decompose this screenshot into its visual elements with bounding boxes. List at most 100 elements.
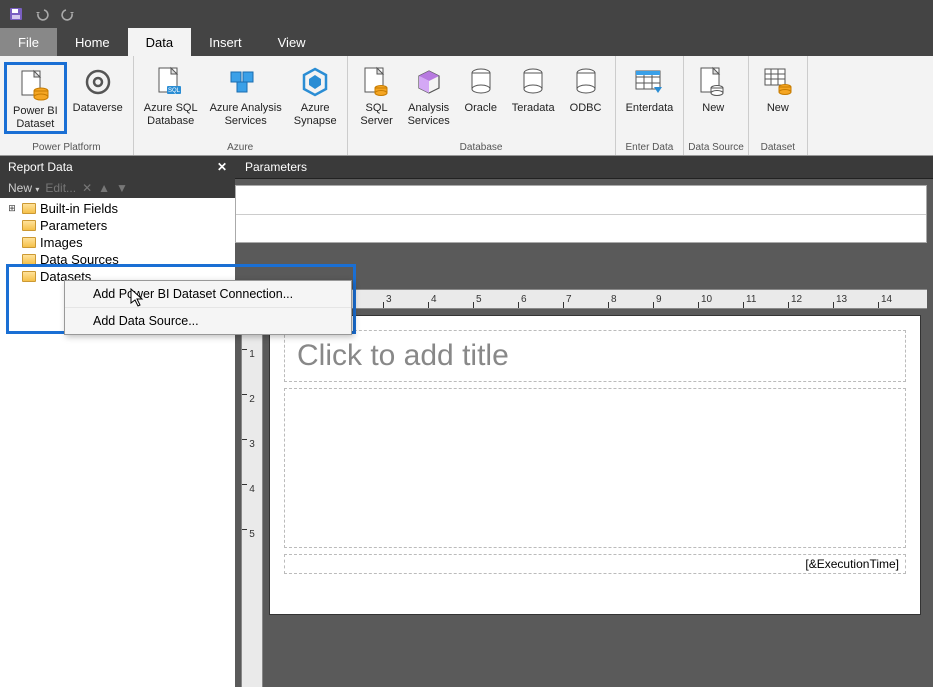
- ribbon-group-label: Power Platform: [4, 142, 129, 155]
- body-placeholder[interactable]: [284, 388, 906, 548]
- parameters-title: Parameters: [235, 156, 933, 179]
- cube-purple-icon: [415, 64, 443, 100]
- ribbon-label: New: [702, 102, 724, 115]
- design-surface: Parameters 3 4 5 6 7 8 9 10 11 12 13 14: [235, 156, 933, 687]
- ribbon-group-power-platform: Power BI Dataset Dataverse Power Platfor…: [0, 56, 134, 155]
- param-row[interactable]: [236, 215, 926, 243]
- ribbon-odbc[interactable]: ODBC: [561, 62, 611, 115]
- main-tabs: File Home Data Insert View: [0, 28, 933, 56]
- tree-item-data-sources[interactable]: Data Sources: [0, 251, 235, 268]
- tree-label: Parameters: [40, 218, 107, 233]
- expand-icon[interactable]: ⊞: [6, 203, 18, 214]
- panel-title-bar: Report Data ✕: [0, 156, 235, 178]
- ribbon-label: Analysis Services: [408, 102, 450, 128]
- menu-add-data-source[interactable]: Add Data Source...: [65, 308, 351, 334]
- title-placeholder[interactable]: Click to add title: [284, 330, 906, 382]
- ribbon-analysis-services[interactable]: Analysis Services: [402, 62, 456, 128]
- title-bar: [0, 0, 933, 28]
- new-dropdown[interactable]: New ▾: [8, 181, 39, 195]
- tab-view[interactable]: View: [260, 28, 324, 56]
- folder-icon: [22, 203, 36, 214]
- ribbon-azure-synapse[interactable]: Azure Synapse: [288, 62, 343, 128]
- ribbon-label: Azure SQL Database: [144, 102, 198, 128]
- table-input-icon: [634, 64, 664, 100]
- doc-db-icon: SQL: [157, 64, 185, 100]
- cylinder-icon: [522, 64, 544, 100]
- ribbon-new-data-source[interactable]: New: [688, 62, 738, 115]
- ribbon-label: Dataverse: [73, 102, 123, 115]
- folder-icon: [22, 271, 36, 282]
- save-icon[interactable]: [8, 6, 24, 22]
- tab-data[interactable]: Data: [128, 28, 191, 56]
- ribbon-group-data-source: New Data Source: [684, 56, 749, 155]
- ribbon-group-enter-data: Enterdata Enter Data: [616, 56, 685, 155]
- up-icon: ▲: [98, 181, 110, 195]
- tab-home[interactable]: Home: [57, 28, 128, 56]
- tree-item-built-in-fields[interactable]: ⊞ Built-in Fields: [0, 200, 235, 217]
- folder-icon: [22, 220, 36, 231]
- ribbon-label: Azure Analysis Services: [210, 102, 282, 128]
- tab-insert[interactable]: Insert: [191, 28, 260, 56]
- ribbon-oracle[interactable]: Oracle: [456, 62, 506, 115]
- folder-icon: [22, 237, 36, 248]
- tree-label: Built-in Fields: [40, 201, 118, 216]
- ribbon-group-database: SQL Server Analysis Services Oracle Tera…: [348, 56, 616, 155]
- delete-icon: ✕: [82, 181, 92, 195]
- down-icon: ▼: [116, 181, 128, 195]
- ribbon-azure-sql[interactable]: SQL Azure SQL Database: [138, 62, 204, 128]
- footer-execution-time[interactable]: [&ExecutionTime]: [284, 554, 906, 574]
- ribbon-group-dataset: New Dataset: [749, 56, 808, 155]
- horizontal-ruler: 3 4 5 6 7 8 9 10 11 12 13 14: [263, 289, 927, 309]
- param-row[interactable]: [236, 186, 926, 215]
- redo-icon[interactable]: [60, 6, 76, 22]
- tree-label: Images: [40, 235, 83, 250]
- undo-icon[interactable]: [34, 6, 50, 22]
- tree: ⊞ Built-in Fields Parameters Images Data…: [0, 198, 235, 687]
- ribbon-label: Teradata: [512, 102, 555, 115]
- ribbon-group-label: Data Source: [688, 142, 744, 155]
- ribbon-dataverse[interactable]: Dataverse: [67, 62, 129, 115]
- panel-title: Report Data: [8, 160, 73, 174]
- ribbon-azure-analysis[interactable]: Azure Analysis Services: [204, 62, 288, 128]
- ribbon-group-label: Dataset: [753, 142, 803, 155]
- tree-item-parameters[interactable]: Parameters: [0, 217, 235, 234]
- ribbon-enterdata[interactable]: Enterdata: [620, 62, 680, 115]
- svg-text:SQL: SQL: [168, 88, 181, 94]
- ribbon-label: Enterdata: [626, 102, 674, 115]
- cylinder-icon: [470, 64, 492, 100]
- report-page[interactable]: Click to add title [&ExecutionTime]: [269, 315, 921, 615]
- parameters-grid[interactable]: [235, 185, 927, 243]
- tab-file[interactable]: File: [0, 28, 57, 56]
- swirl-icon: [83, 64, 113, 100]
- ribbon-power-bi-dataset[interactable]: Power BI Dataset: [4, 62, 67, 134]
- ribbon-group-label: Enter Data: [620, 142, 680, 155]
- canvas-row: 1 2 3 4 5 Click to add title [&Execution…: [235, 309, 933, 687]
- ribbon-label: Azure Synapse: [294, 102, 337, 128]
- ribbon-group-label: Database: [352, 142, 611, 155]
- ribbon: Power BI Dataset Dataverse Power Platfor…: [0, 56, 933, 156]
- vertical-ruler: 1 2 3 4 5: [241, 309, 263, 687]
- cylinder-icon: [575, 64, 597, 100]
- canvas-outer[interactable]: Click to add title [&ExecutionTime]: [263, 309, 927, 687]
- ribbon-label: New: [767, 102, 789, 115]
- ribbon-label: Oracle: [465, 102, 497, 115]
- ribbon-label: ODBC: [570, 102, 602, 115]
- edit-button: Edit...: [45, 181, 76, 195]
- menu-add-power-bi-connection[interactable]: Add Power BI Dataset Connection...: [65, 281, 351, 308]
- ribbon-label: Power BI Dataset: [13, 105, 58, 131]
- panel-toolbar: New ▾ Edit... ✕ ▲ ▼: [0, 178, 235, 198]
- ribbon-label: SQL Server: [360, 102, 392, 128]
- ribbon-group-azure: SQL Azure SQL Database Azure Analysis Se…: [134, 56, 348, 155]
- doc-cylinder-icon: [699, 64, 727, 100]
- ribbon-teradata[interactable]: Teradata: [506, 62, 561, 115]
- table-cylinder-icon: [763, 64, 793, 100]
- doc-db-orange-icon: [363, 64, 391, 100]
- tree-label: Data Sources: [40, 252, 119, 267]
- hex-icon: [301, 64, 329, 100]
- context-menu: Add Power BI Dataset Connection... Add D…: [64, 280, 352, 335]
- report-data-panel: Report Data ✕ New ▾ Edit... ✕ ▲ ▼ ⊞ Buil…: [0, 156, 235, 687]
- ribbon-sql-server[interactable]: SQL Server: [352, 62, 402, 128]
- close-icon[interactable]: ✕: [217, 160, 227, 174]
- tree-item-images[interactable]: Images: [0, 234, 235, 251]
- ribbon-new-dataset[interactable]: New: [753, 62, 803, 115]
